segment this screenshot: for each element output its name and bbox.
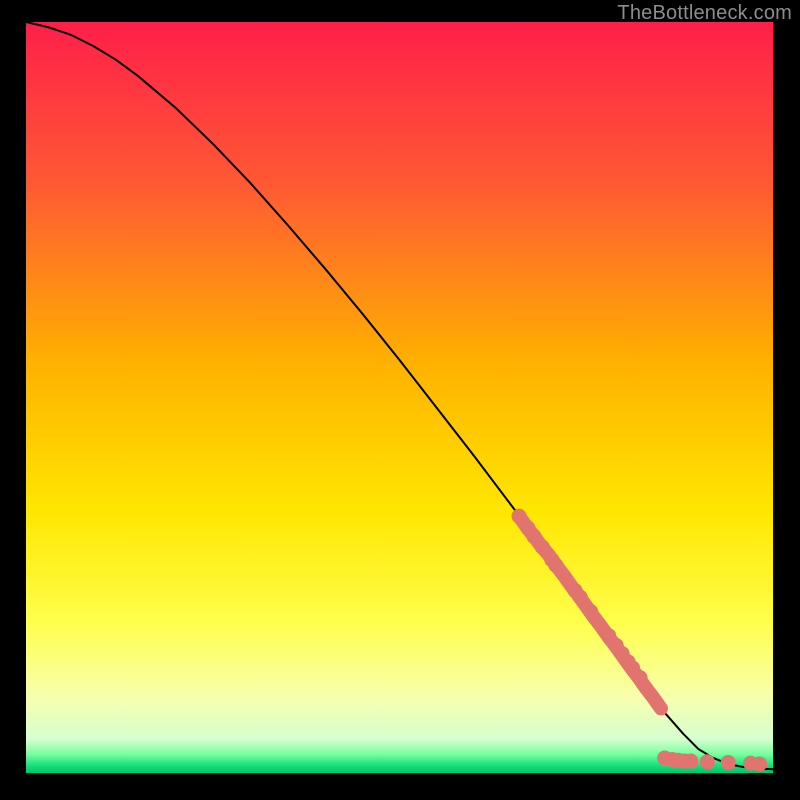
data-point: [700, 754, 715, 769]
data-point: [512, 509, 527, 524]
data-point: [573, 590, 588, 605]
watermark-text: TheBottleneck.com: [617, 2, 792, 25]
data-point: [633, 670, 648, 685]
plot-svg: [26, 22, 773, 773]
series-curve: [26, 22, 773, 769]
data-point: [548, 557, 563, 572]
data-point: [535, 539, 550, 554]
plot-area: [26, 22, 773, 773]
data-point: [752, 756, 767, 771]
data-point: [683, 753, 698, 768]
data-point: [583, 604, 598, 619]
data-point: [721, 755, 736, 770]
